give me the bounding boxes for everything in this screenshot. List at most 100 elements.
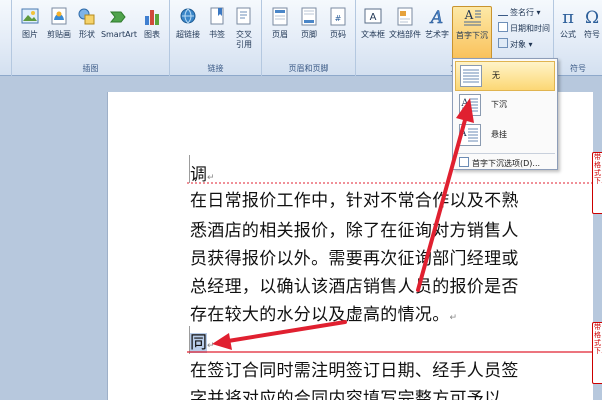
calendar-icon [498,22,508,32]
object-icon [498,38,508,48]
svg-text:A: A [464,8,474,22]
svg-text:#: # [335,14,342,23]
cross-reference-button[interactable]: 交叉 引用 [230,6,258,50]
paragraph-1-line-3[interactable]: 员获得报价以外。需要再次征询部门经理或 [190,244,519,269]
hyperlink-icon [180,8,196,24]
quick-parts-label: 文档部件 [389,30,421,39]
shapes-label: 形状 [79,30,95,39]
no-drop-cap-icon [460,65,482,87]
paragraph-2-line-2[interactable]: 字并将对应的合同内容填写完整方可予以 [190,384,501,400]
drop-cap-label: 首字下沉 [456,31,488,40]
hyperlink-button[interactable]: 超链接 [172,6,204,40]
drop-cap-dropdown: 无 A 下沉 A 悬挂 首字下沉选项(D)... [452,58,558,170]
wordart-icon: A [429,8,444,28]
paragraph-mark: ↵ [207,341,215,351]
drop-cap-option-none[interactable]: 无 [455,61,555,91]
dropped-cap-icon: A [459,94,481,116]
equation-label: 公式 [560,30,576,39]
signature-line-label: 签名行 [510,8,534,17]
cross-reference-label-2: 引用 [236,40,252,49]
chart-button[interactable]: 图表 [138,6,166,40]
clipart-button[interactable]: 剪贴画 [44,6,74,40]
drop-cap-option-dropped-label: 下沉 [491,100,507,109]
margin-corner-mark-2 [180,326,190,354]
header-label: 页眉 [272,30,288,39]
drop-cap-letter-2[interactable]: 同↵ [190,328,215,353]
group-label-illustrations: 插图 [82,64,99,73]
comment-balloon-2[interactable]: 带格式下... [592,322,602,384]
ribbon-group-illustrations: 图片 剪贴画 形状 SmartArt 图表 插图 [12,0,170,76]
symbol-button[interactable]: Ω 符号 [580,6,602,40]
group-label-links: 链接 [207,64,224,73]
drop-cap-option-in-margin-label: 悬挂 [491,130,507,139]
ribbon-group-symbols: π 公式 Ω 符号 符号 [554,0,602,76]
paragraph-mark: ↵ [207,173,215,183]
equation-button[interactable]: π 公式 [556,6,580,40]
textbox-button[interactable]: A 文本框 [358,6,388,40]
textbox-icon: A [364,8,382,24]
chart-label: 图表 [144,30,160,39]
date-time-label: 日期和时间 [510,24,550,33]
cross-reference-label-1: 交叉 [236,30,252,39]
drop-cap-icon: A [464,8,481,26]
ribbon-group-links: 超链接 书签 交叉 引用 链接 [170,0,262,76]
smartart-icon [109,11,126,23]
footer-icon [301,7,317,26]
object-button[interactable]: 对象 ▾ [498,38,533,52]
signature-line-button[interactable]: 签名行 ▾ [498,6,541,20]
drop-cap-options-label: 首字下沉选项(D)... [472,159,541,168]
svg-text:π: π [562,7,574,28]
signature-line-icon [498,6,508,16]
shapes-icon [78,8,95,25]
paragraph-mark: ↵ [449,313,458,323]
drop-cap-options-icon [459,157,469,167]
header-button[interactable]: 页眉 [266,6,294,40]
drop-cap-option-none-label: 无 [492,71,500,80]
bookmark-label: 书签 [209,30,225,39]
date-time-button[interactable]: 日期和时间 [498,22,550,36]
textbox-label: 文本框 [361,30,385,39]
paragraph-1-line-5[interactable]: 存在较大的水分以及虚高的情况。↵ [190,300,457,325]
svg-text:A: A [370,12,377,23]
paragraph-2-line-1[interactable]: 在签订合同时需注明签订日期、经手人员签 [190,356,519,381]
svg-text:A: A [429,8,443,28]
svg-text:A: A [460,98,469,109]
selected-cap-letter: 同 [190,333,207,353]
shapes-button[interactable]: 形状 [74,6,100,40]
picture-button[interactable]: 图片 [16,6,44,40]
drop-cap-options-link[interactable]: 首字下沉选项(D)... [459,157,540,169]
ribbon-group-left-edge [0,0,12,76]
cross-reference-icon [236,7,251,25]
paragraph-1-line-1[interactable]: 在日常报价工作中，针对不常合作以及不熟 [190,186,519,211]
picture-label: 图片 [22,30,38,39]
drop-cap-letter-1-text: 调 [190,165,207,185]
equation-icon: π [562,7,574,28]
drop-cap-button[interactable]: A 首字下沉 [452,6,492,60]
group-label-symbols: 符号 [570,64,586,73]
clipart-label: 剪贴画 [47,30,71,39]
wordart-button[interactable]: A 艺术字 [422,6,452,40]
svg-text:Ω: Ω [585,8,599,28]
chart-icon [145,10,159,25]
svg-text:A: A [459,128,467,139]
paragraph-1-line-4[interactable]: 总经理，以确认该酒店销售人员的报价是否 [190,272,519,297]
wordart-label: 艺术字 [425,30,449,39]
footer-button[interactable]: 页脚 [295,6,323,40]
drop-cap-option-dropped[interactable]: A 下沉 [455,91,555,121]
bookmark-button[interactable]: 书签 [204,6,230,40]
quick-parts-button[interactable]: 文档部件 [388,6,422,40]
in-margin-cap-icon: A [459,124,481,146]
header-icon [272,7,288,26]
dropdown-separator [455,153,555,154]
paragraph-1-line-2[interactable]: 悉酒店的相关报价，除了在征询对方销售人 [190,216,519,241]
ribbon-group-header-footer: 页眉 页脚 # 页码 页眉和页脚 [262,0,356,76]
comment-balloon-1[interactable]: 带格式下... [592,152,602,214]
drop-cap-option-in-margin[interactable]: A 悬挂 [455,121,555,151]
symbol-label: 符号 [584,30,600,39]
page-number-button[interactable]: # 页码 [324,6,352,40]
hyperlink-label: 超链接 [176,30,200,39]
drop-cap-letter-1[interactable]: 调↵ [190,160,215,185]
smartart-button[interactable]: SmartArt [100,6,138,40]
omega-icon: Ω [585,8,599,28]
paragraph-1-line-5-text: 存在较大的水分以及虚高的情况。 [190,305,450,325]
